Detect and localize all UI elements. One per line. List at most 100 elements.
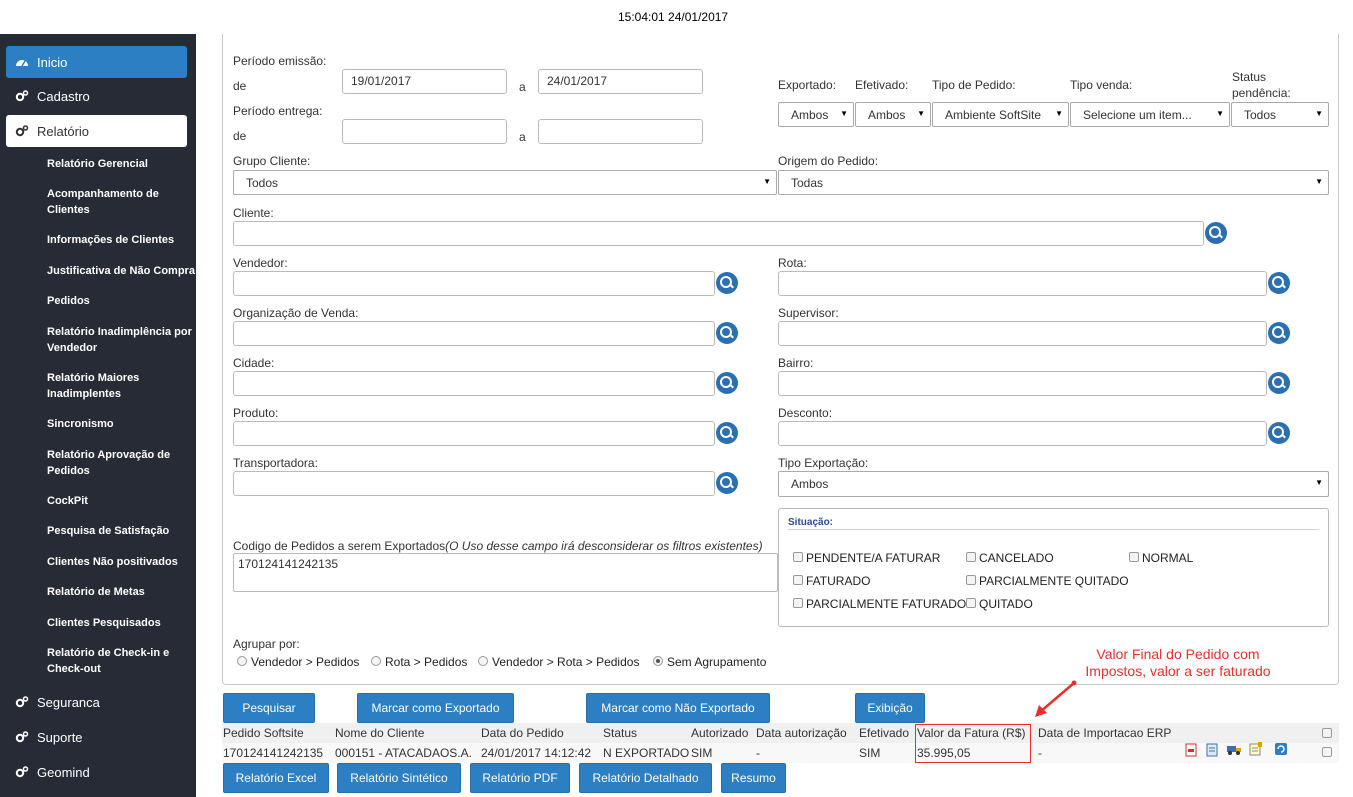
sidebar-subitem[interactable]: Pedidos: [47, 293, 192, 309]
exibicao-button[interactable]: Exibição: [855, 693, 925, 723]
column-header[interactable]: Autorizado: [691, 726, 748, 740]
report-icon[interactable]: [1206, 743, 1219, 757]
sidebar-subitem[interactable]: Relatório Maiores Inadimplentes: [47, 370, 192, 402]
sidebar-item-cadastro[interactable]: Cadastro: [6, 80, 187, 112]
sidebar-item-geomind[interactable]: Geomind: [6, 756, 187, 788]
search-icon[interactable]: [716, 422, 738, 444]
efetivado-select[interactable]: Ambos ▼: [855, 102, 931, 127]
rota-input[interactable]: [778, 271, 1267, 296]
sidebar-subitem[interactable]: Relatório Aprovação de Pedidos: [47, 447, 192, 479]
highlight-box: [915, 724, 1031, 763]
search-icon[interactable]: [716, 472, 738, 494]
codigo-textarea[interactable]: 170124141242135: [233, 553, 778, 592]
select-all-checkbox[interactable]: [1322, 728, 1332, 738]
desconto-input[interactable]: [778, 421, 1267, 446]
row-checkbox[interactable]: [1322, 747, 1332, 757]
emissao-ate-input[interactable]: 24/01/2017: [538, 69, 703, 94]
agrupar-option-label: Vendedor > Rota > Pedidos: [492, 655, 640, 669]
agrupar-option-label: Vendedor > Pedidos: [251, 655, 360, 669]
status-select[interactable]: Todos ▼: [1231, 102, 1329, 127]
column-header[interactable]: Data autorização: [756, 726, 847, 740]
marcar-exportado-button[interactable]: Marcar como Exportado: [357, 693, 514, 723]
supervisor-input[interactable]: [778, 321, 1267, 346]
search-icon[interactable]: [716, 372, 738, 394]
situacao-checkbox[interactable]: [966, 575, 976, 585]
marcar-nao-exportado-button[interactable]: Marcar como Não Exportado: [586, 693, 770, 723]
resumo-button[interactable]: Resumo: [721, 763, 786, 793]
sidebar-subitem[interactable]: Justificativa de Não Compra: [47, 263, 195, 279]
transportadora-input[interactable]: [233, 471, 715, 496]
tipo-exportacao-label: Tipo Exportação:: [778, 456, 869, 470]
tipo-exportacao-select[interactable]: Ambos ▼: [778, 471, 1329, 497]
situacao-option-label: PARCIALMENTE QUITADO: [979, 574, 1129, 588]
note-icon[interactable]: [1249, 742, 1263, 756]
sidebar-subitem[interactable]: Relatório Gerencial: [47, 156, 192, 172]
pdf-icon[interactable]: [1185, 743, 1198, 757]
exportado-select[interactable]: Ambos ▼: [778, 102, 854, 127]
situacao-checkbox[interactable]: [966, 552, 976, 562]
relatorio-sintetico-button[interactable]: Relatório Sintético: [337, 763, 461, 793]
gear-icon: [15, 765, 29, 779]
refresh-icon[interactable]: [1274, 742, 1288, 756]
sidebar-subitem[interactable]: Acompanhamento de Clientes: [47, 186, 192, 218]
sidebar-subitem[interactable]: CockPit: [47, 493, 192, 509]
sidebar-subitem[interactable]: Relatório Inadimplência por Vendedor: [47, 324, 192, 356]
situacao-checkbox[interactable]: [966, 598, 976, 608]
situacao-checkbox[interactable]: [793, 552, 803, 562]
search-icon[interactable]: [716, 322, 738, 344]
search-icon[interactable]: [1268, 372, 1290, 394]
situacao-checkbox[interactable]: [1129, 552, 1139, 562]
vendedor-input[interactable]: [233, 271, 715, 296]
gear-icon: [15, 124, 29, 138]
codigo-label-text: Codigo de Pedidos a serem Exportados: [233, 539, 446, 553]
sidebar-subitem[interactable]: Pesquisa de Satisfação: [47, 523, 192, 539]
emissao-de-input[interactable]: 19/01/2017: [342, 69, 507, 94]
column-header[interactable]: Pedido Softsite: [223, 726, 304, 740]
agrupar-radio-selected[interactable]: [653, 656, 663, 666]
sidebar-subitem[interactable]: Relatório de Check-in e Check-out: [47, 645, 182, 677]
tipo-venda-select[interactable]: Selecione um item... ▼: [1070, 102, 1230, 127]
cliente-input[interactable]: [233, 221, 1204, 246]
column-header[interactable]: Status: [603, 726, 637, 740]
produto-input[interactable]: [233, 421, 715, 446]
column-header[interactable]: Nome do Cliente: [335, 726, 424, 740]
agrupar-radio[interactable]: [371, 656, 381, 666]
relatorio-detalhado-button[interactable]: Relatório Detalhado: [579, 763, 712, 793]
bairro-input[interactable]: [778, 371, 1267, 396]
search-icon[interactable]: [1268, 422, 1290, 444]
agrupar-radio[interactable]: [237, 656, 247, 666]
situacao-checkbox[interactable]: [793, 575, 803, 585]
select-value: Ambos: [868, 108, 906, 122]
sidebar-subitem[interactable]: Clientes Pesquisados: [47, 615, 192, 631]
column-header[interactable]: Efetivado: [859, 726, 909, 740]
cidade-input[interactable]: [233, 371, 715, 396]
sidebar-item-suporte[interactable]: Suporte: [6, 721, 187, 753]
select-value: Ambiente SoftSite: [945, 108, 1042, 122]
origem-pedido-select[interactable]: Todas ▼: [778, 170, 1329, 195]
pesquisar-button[interactable]: Pesquisar: [223, 693, 315, 723]
truck-icon[interactable]: [1227, 744, 1242, 756]
sidebar-subitem[interactable]: Sincronismo: [47, 416, 192, 432]
sidebar-subitem[interactable]: Relatório de Metas: [47, 584, 192, 600]
grupo-cliente-select[interactable]: Todos ▼: [233, 170, 777, 195]
situacao-option-label: NORMAL: [1142, 551, 1194, 565]
sidebar-item-seguranca[interactable]: Seguranca: [6, 686, 187, 718]
column-header[interactable]: Data do Pedido: [481, 726, 564, 740]
relatorio-excel-button[interactable]: Relatório Excel: [223, 763, 329, 793]
org-venda-input[interactable]: [233, 321, 715, 346]
sidebar-subitem[interactable]: Informações de Clientes: [47, 232, 192, 248]
situacao-checkbox[interactable]: [793, 598, 803, 608]
entrega-ate-input[interactable]: [538, 119, 703, 144]
entrega-de-input[interactable]: [342, 119, 507, 144]
sidebar-item-relatorio[interactable]: Relatório: [6, 115, 187, 147]
column-header[interactable]: Data de Importacao ERP: [1038, 726, 1171, 740]
relatorio-pdf-button[interactable]: Relatório PDF: [470, 763, 570, 793]
tipo-pedido-select[interactable]: Ambiente SoftSite ▼: [932, 102, 1069, 127]
agrupar-radio[interactable]: [478, 656, 488, 666]
search-icon[interactable]: [1268, 322, 1290, 344]
search-icon[interactable]: [716, 272, 738, 294]
sidebar-subitem[interactable]: Clientes Não positivados: [47, 554, 192, 570]
search-icon[interactable]: [1205, 222, 1227, 244]
search-icon[interactable]: [1268, 272, 1290, 294]
sidebar-item-inicio[interactable]: Inicio: [6, 46, 187, 78]
